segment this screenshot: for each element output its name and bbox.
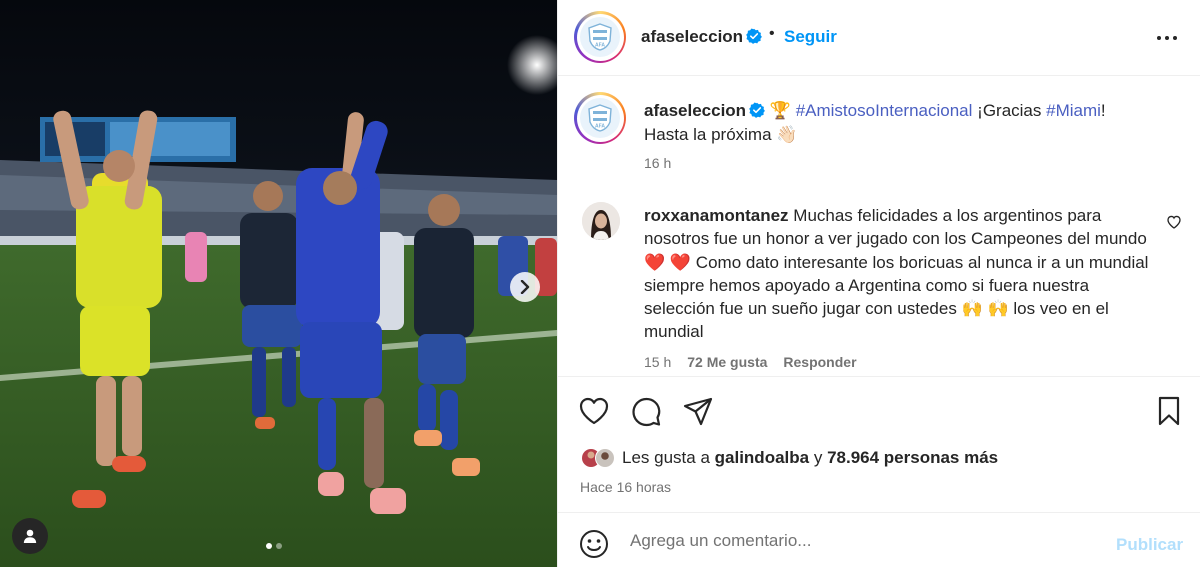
post-actions: Les gusta a galindoalba y 78.964 persona… (558, 376, 1200, 512)
caption-author-avatar[interactable]: AFA (574, 92, 626, 144)
next-media-button[interactable] (510, 272, 540, 302)
post-header: AFA afaseleccion • Seguir (558, 0, 1200, 76)
svg-text:AFA: AFA (595, 124, 605, 130)
caption-hashtag[interactable]: #AmistosoInternacional (796, 101, 973, 120)
media-dot (276, 543, 282, 549)
bookmark-icon[interactable] (1153, 395, 1185, 427)
comment-likes[interactable]: 72 Me gusta (687, 354, 767, 370)
svg-text:AFA: AFA (595, 43, 605, 49)
post-photo (0, 0, 557, 567)
post-media[interactable] (0, 0, 557, 567)
post-time-ago[interactable]: Hace 16 horas (580, 479, 671, 495)
likes-text: Les gusta a galindoalba y 78.964 persona… (622, 448, 998, 468)
liked-by-user[interactable]: galindoalba (715, 448, 809, 467)
follow-button[interactable]: Seguir (784, 27, 837, 47)
comment-composer: Publicar (558, 512, 1200, 567)
heart-icon[interactable] (578, 395, 610, 427)
caption-fragment: ! (1100, 101, 1106, 120)
caption-line: Hasta la próxima (644, 125, 772, 144)
caption-text: afaseleccion 🏆 #AmistosoInternacional ¡G… (644, 99, 1144, 147)
liked-and: y (813, 448, 823, 467)
share-icon[interactable] (682, 395, 714, 427)
red-heart-emoji: ❤️ ❤️ (644, 252, 692, 272)
caption-hashtag[interactable]: #Miami (1046, 101, 1101, 120)
heart-icon[interactable] (1166, 214, 1182, 230)
liker-avatar (595, 448, 615, 468)
author-avatar[interactable]: AFA (574, 11, 626, 63)
afa-crest-icon: AFA (580, 17, 620, 57)
caption-timestamp[interactable]: 16 h (644, 155, 671, 171)
tagged-users-button[interactable] (12, 518, 48, 554)
comment-reply-button[interactable]: Responder (783, 354, 856, 370)
trophy-emoji: 🏆 (769, 101, 791, 120)
liked-others[interactable]: 78.964 personas más (827, 448, 998, 467)
author-username-text: afaseleccion (641, 27, 744, 46)
comment-text: roxxanamontanez Muchas felicidades a los… (644, 204, 1164, 344)
emoji-icon[interactable] (578, 528, 610, 560)
comment-icon[interactable] (630, 395, 662, 427)
afa-crest-icon: AFA (580, 98, 620, 138)
commenter-username[interactable]: roxxanamontanez (644, 206, 789, 225)
header-separator: • (769, 25, 775, 42)
publish-comment-button[interactable]: Publicar (1116, 535, 1183, 555)
caption-username[interactable]: afaseleccion (644, 101, 746, 120)
post-side-panel: AFA afaseleccion • Seguir AFA afaselecci… (557, 0, 1200, 567)
user-tag-icon (23, 529, 37, 543)
caption-fragment: ¡Gracias (977, 101, 1042, 120)
verified-badge-icon (746, 28, 762, 44)
comment-timestamp[interactable]: 15 h (644, 354, 671, 370)
verified-badge-icon (749, 102, 765, 118)
media-pagination (266, 543, 282, 549)
chevron-right-icon (520, 280, 530, 294)
comment-meta: 15 h 72 Me gusta Responder (644, 354, 857, 370)
commenter-avatar[interactable] (582, 202, 620, 240)
media-dot-active (266, 543, 272, 549)
more-options-icon[interactable] (1155, 28, 1179, 48)
author-username[interactable]: afaseleccion (641, 27, 762, 47)
likes-summary[interactable]: Les gusta a galindoalba y 78.964 persona… (580, 447, 998, 469)
raising-hands-emoji: 🙌 🙌 (961, 299, 1009, 319)
liked-by-label: Les gusta a (622, 448, 710, 467)
comment-input[interactable] (630, 527, 1090, 555)
waving-hand-emoji: 👋🏻 (776, 125, 798, 144)
